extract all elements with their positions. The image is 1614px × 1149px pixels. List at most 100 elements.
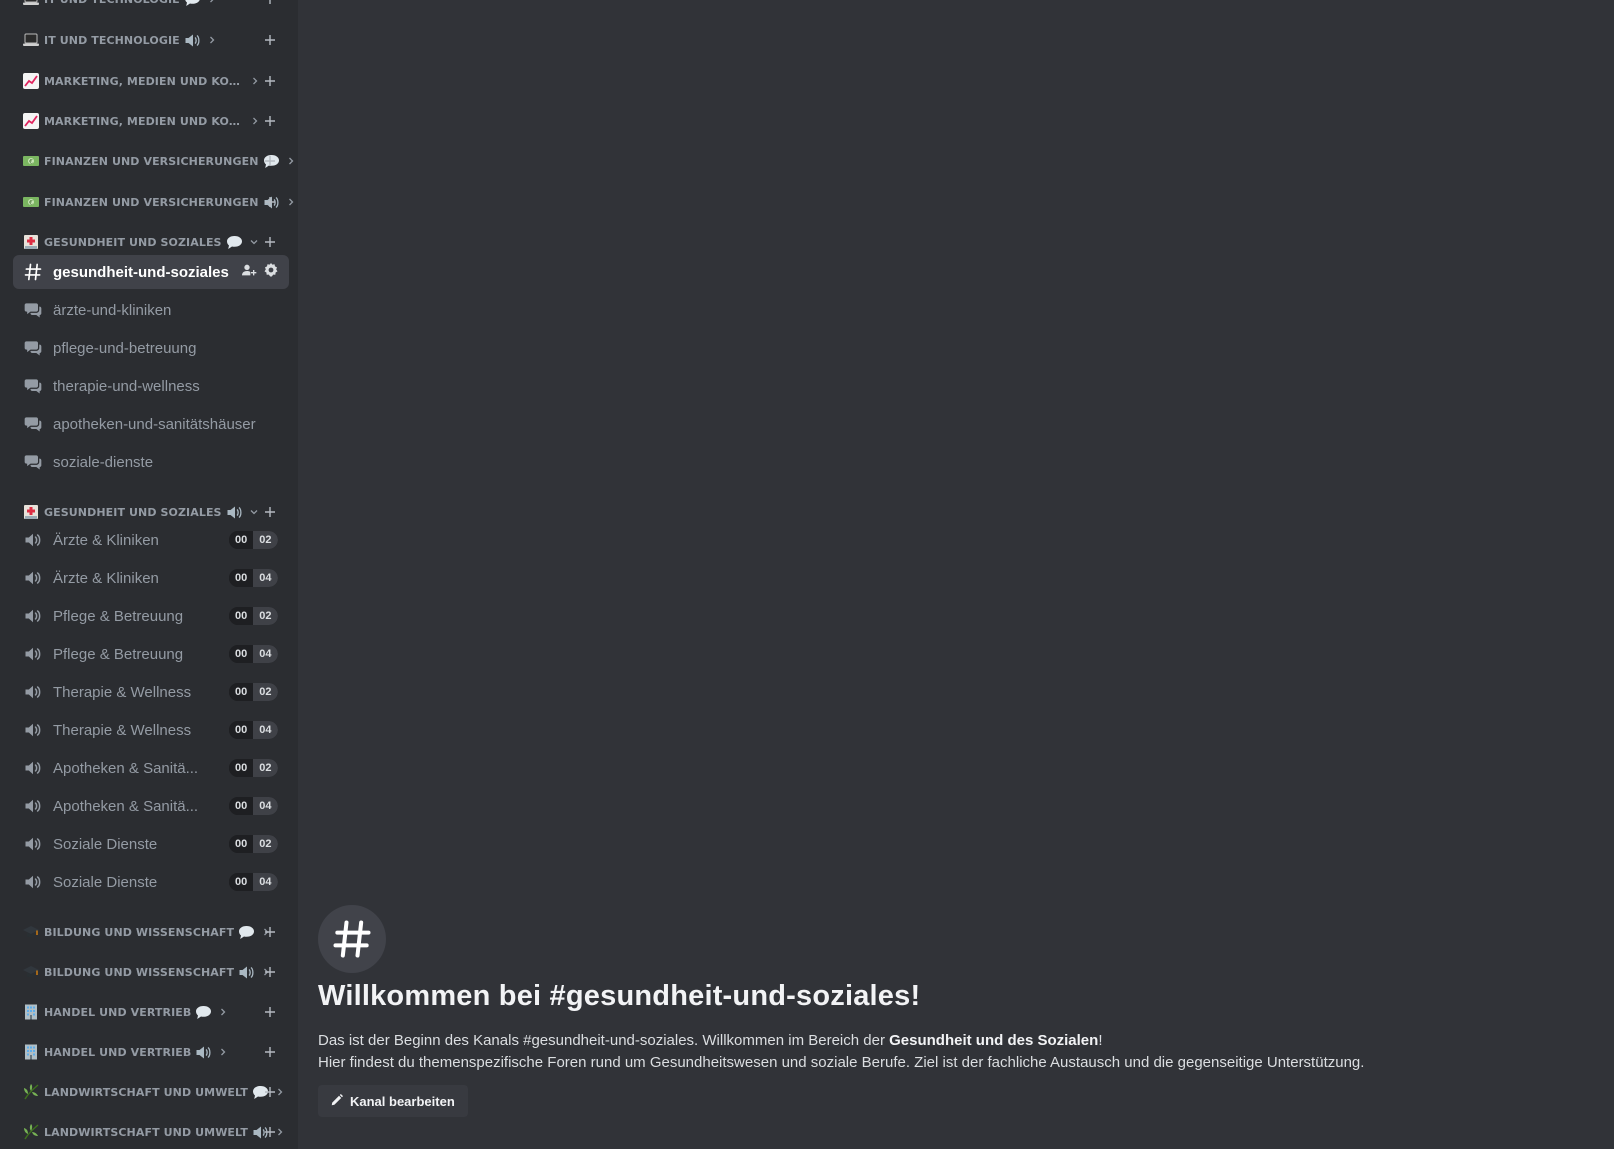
channel-hash-icon: [318, 905, 386, 973]
chart-icon: [22, 112, 40, 130]
voice-channel-item[interactable]: Apotheken & Sanitä... 00 02: [13, 751, 289, 785]
create-channel-plus-icon[interactable]: [262, 0, 278, 7]
welcome-description: Das ist der Beginn des Kanals #gesundhei…: [318, 1030, 1364, 1074]
svg-text:€: €: [29, 200, 33, 207]
user-limit: 04: [253, 873, 278, 891]
chevron-down-icon: [249, 237, 259, 247]
speaker-icon: [23, 606, 43, 626]
welcome-line-1-suffix: !: [1098, 1032, 1103, 1049]
text-channel-item[interactable]: pflege-und-betreuung: [13, 331, 289, 365]
category-header[interactable]: Bildung und Wissenschaft: [0, 958, 298, 986]
channel-name: Apotheken & Sanitä...: [53, 797, 199, 815]
hash-icon: [23, 262, 43, 282]
category-label: Handel und Vertrieb: [44, 1005, 192, 1019]
voice-channel-item[interactable]: Soziale Dienste 00 04: [13, 865, 289, 899]
text-channel-item[interactable]: soziale-dienste: [13, 445, 289, 479]
create-channel-plus-icon[interactable]: [262, 234, 278, 250]
category-label: Landwirtschaft und Umwelt: [44, 1085, 248, 1099]
speaker-icon: [238, 965, 255, 980]
speaker-icon: [226, 505, 243, 520]
category-header[interactable]: Marketing, Medien und Kommuni...: [0, 67, 298, 95]
voice-channel-item[interactable]: Therapie & Wellness 00 02: [13, 675, 289, 709]
voice-channel-item[interactable]: Soziale Dienste 00 02: [13, 827, 289, 861]
svg-text:€: €: [29, 159, 33, 166]
create-channel-plus-icon[interactable]: [262, 924, 278, 940]
user-limit-badge: 00 04: [229, 873, 278, 891]
category-header[interactable]: IT und Technologie: [0, 26, 298, 54]
speech-bubble-icon: [238, 925, 255, 940]
edit-channel-button[interactable]: Kanal bearbeiten: [318, 1085, 468, 1117]
create-channel-plus-icon[interactable]: [262, 1004, 278, 1020]
voice-channel-item[interactable]: Pflege & Betreuung 00 02: [13, 599, 289, 633]
speaker-icon: [23, 682, 43, 702]
text-channel-item[interactable]: gesundheit-und-soziales: [13, 255, 289, 289]
speaker-icon: [23, 758, 43, 778]
text-channel-item[interactable]: ärzte-und-kliniken: [13, 293, 289, 327]
category-header[interactable]: Landwirtschaft und Umwelt: [0, 1078, 298, 1106]
category-label: Gesundheit und Soziales: [44, 505, 222, 519]
office-icon: [22, 1043, 40, 1061]
user-limit-badge: 00 04: [229, 645, 278, 663]
chevron-right-icon: [218, 1047, 228, 1057]
speech-bubble-icon: [184, 0, 201, 7]
user-count: 00: [229, 569, 254, 587]
speech-bubble-icon: [226, 235, 243, 250]
create-channel-plus-icon[interactable]: [262, 153, 278, 169]
category-label: Landwirtschaft und Umwelt: [44, 1125, 248, 1139]
text-channel-item[interactable]: therapie-und-wellness: [13, 369, 289, 403]
category-header[interactable]: Bildung und Wissenschaft: [0, 918, 298, 946]
category-header[interactable]: Landwirtschaft und Umwelt: [0, 1118, 298, 1146]
voice-channel-item[interactable]: Ärzte & Kliniken 00 02: [13, 523, 289, 557]
gear-icon[interactable]: [263, 262, 279, 282]
create-channel-plus-icon[interactable]: [262, 964, 278, 980]
channel-name: gesundheit-und-soziales: [53, 263, 229, 281]
user-count: 00: [229, 683, 254, 701]
voice-channel-item[interactable]: Apotheken & Sanitä... 00 04: [13, 789, 289, 823]
hospital-icon: [22, 233, 40, 251]
category-header[interactable]: Handel und Vertrieb: [0, 1038, 298, 1066]
voice-channel-item[interactable]: Therapie & Wellness 00 04: [13, 713, 289, 747]
category-title: Finanzen und Versicherungen: [44, 195, 296, 210]
user-limit-badge: 00 02: [229, 607, 278, 625]
user-limit-badge: 00 02: [229, 835, 278, 853]
create-channel-plus-icon[interactable]: [262, 1084, 278, 1100]
create-channel-plus-icon[interactable]: [262, 504, 278, 520]
category-header[interactable]: € Finanzen und Versicherungen: [0, 188, 298, 216]
create-channel-plus-icon[interactable]: [262, 32, 278, 48]
welcome-line-1-prefix: Das ist der Beginn des Kanals #gesundhei…: [318, 1032, 890, 1049]
chevron-right-icon: [250, 76, 260, 86]
category-header[interactable]: € Finanzen und Versicherungen: [0, 147, 298, 175]
category-label: Bildung und Wissenschaft: [44, 925, 235, 939]
voice-channel-item[interactable]: Ärzte & Kliniken 00 04: [13, 561, 289, 595]
add-user-icon[interactable]: [241, 262, 257, 282]
user-count: 00: [229, 645, 254, 663]
create-channel-plus-icon[interactable]: [262, 113, 278, 129]
create-channel-plus-icon[interactable]: [262, 1124, 278, 1140]
category-title: Handel und Vertrieb: [44, 1005, 228, 1020]
category-header[interactable]: Marketing, Medien und Kommuni...: [0, 107, 298, 135]
user-count: 00: [229, 607, 254, 625]
text-channel-item[interactable]: apotheken-und-sanitätshäuser: [13, 407, 289, 441]
forum-icon: [23, 414, 43, 434]
category-label: Finanzen und Versicherungen: [44, 195, 259, 209]
office-icon: [22, 1003, 40, 1021]
chevron-right-icon: [207, 35, 217, 45]
category-label: Handel und Vertrieb: [44, 1045, 192, 1059]
user-limit: 02: [253, 759, 278, 777]
chevron-right-icon: [250, 116, 260, 126]
chart-icon: [22, 72, 40, 90]
welcome-line-1-bold: Gesundheit und des Sozialen: [889, 1032, 1099, 1049]
user-count: 00: [229, 797, 254, 815]
category-header[interactable]: Handel und Vertrieb: [0, 998, 298, 1026]
category-header[interactable]: IT und Technologie: [0, 0, 298, 13]
category-title: Finanzen und Versicherungen: [44, 154, 296, 169]
create-channel-plus-icon[interactable]: [262, 194, 278, 210]
create-channel-plus-icon[interactable]: [262, 1044, 278, 1060]
category-header[interactable]: Gesundheit und Soziales: [0, 228, 298, 256]
category-label: Bildung und Wissenschaft: [44, 965, 235, 979]
create-channel-plus-icon[interactable]: [262, 73, 278, 89]
user-count: 00: [229, 873, 254, 891]
speaker-icon: [195, 1045, 212, 1060]
voice-channel-item[interactable]: Pflege & Betreuung 00 04: [13, 637, 289, 671]
category-header[interactable]: Gesundheit und Soziales: [0, 498, 298, 526]
